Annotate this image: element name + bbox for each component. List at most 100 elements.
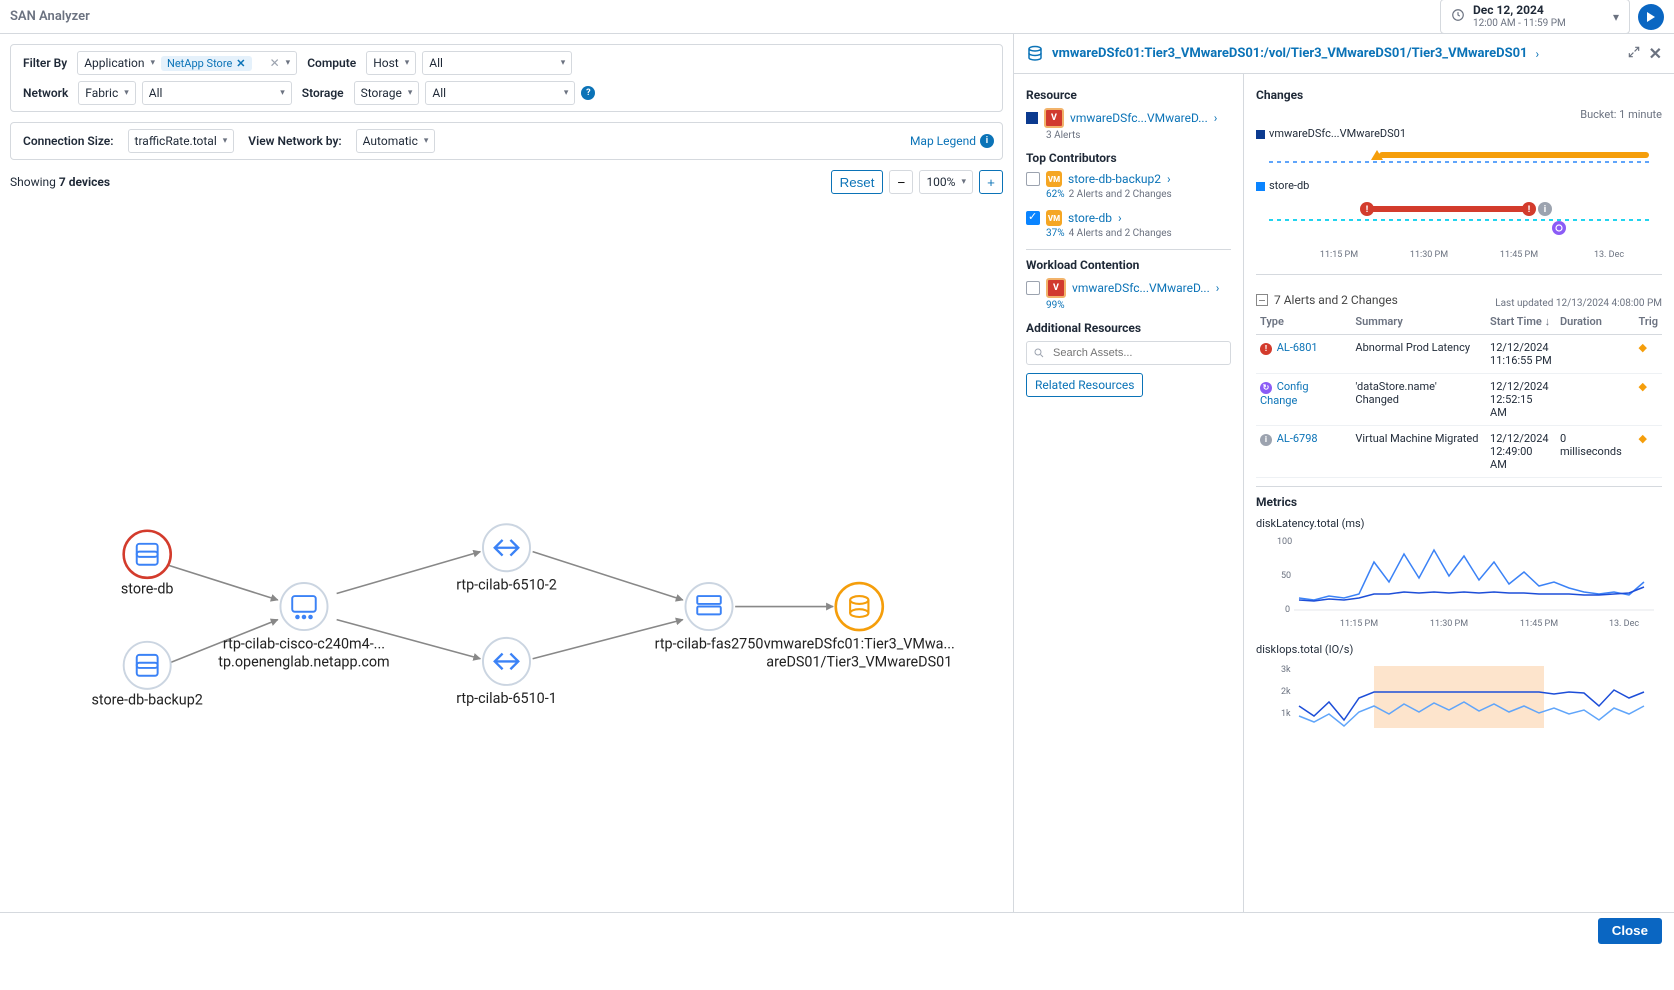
date-range-picker[interactable]: Dec 12, 2024 12:00 AM - 11:59 PM ▾ [1440, 0, 1630, 34]
view-options-bar: Connection Size: trafficRate.total▾ View… [10, 122, 1003, 160]
database-icon [1026, 45, 1044, 63]
footer-bar: Close [0, 912, 1674, 948]
metrics-heading: Metrics [1256, 495, 1662, 509]
svg-text:11:45 PM: 11:45 PM [1520, 619, 1558, 629]
col-duration[interactable]: Duration [1556, 309, 1635, 335]
trigger-icon: ◆ [1639, 341, 1647, 354]
svg-text:1k: 1k [1281, 709, 1291, 719]
clear-application-icon[interactable]: ✕ [270, 56, 280, 70]
timeline-lane-1[interactable] [1256, 142, 1662, 172]
volume-badge-icon: V [1046, 278, 1066, 298]
detail-sidebar: Resource V vmwareDSfc...VMwareD... › 3 A… [1014, 74, 1244, 912]
svg-text:100: 100 [1277, 537, 1292, 547]
related-resources-button[interactable]: Related Resources [1026, 373, 1143, 397]
contributor-row-1[interactable]: VM store-db-backup2 › [1026, 171, 1231, 187]
compute-value-select[interactable]: All▾ [422, 51, 572, 75]
svg-text:store-db: store-db [121, 580, 174, 597]
contention-row[interactable]: V vmwareDSfc...VMwareD... › [1026, 278, 1231, 298]
reset-button[interactable]: Reset [831, 170, 884, 194]
info-icon[interactable]: i [980, 134, 994, 148]
volume-badge-icon: V [1044, 108, 1064, 128]
view-network-by-select[interactable]: Automatic▾ [356, 129, 436, 153]
compute-type-select[interactable]: Host▾ [366, 51, 416, 75]
network-value-select[interactable]: All▾ [142, 81, 292, 105]
node-6510-2 [483, 524, 530, 571]
network-type-select[interactable]: Fabric▾ [78, 81, 136, 105]
help-icon[interactable]: ? [581, 86, 595, 100]
resource-row[interactable]: V vmwareDSfc...VMwareD... › [1026, 108, 1231, 128]
collapse-icon[interactable] [1256, 294, 1268, 306]
chevron-down-icon: ▾ [1613, 10, 1619, 24]
bucket-label: Bucket: 1 minute [1256, 108, 1662, 121]
node-volume [836, 583, 883, 630]
map-legend-link[interactable]: Map Legend [910, 134, 976, 148]
node-host [280, 583, 327, 630]
topology-canvas[interactable]: store-db store-db-backup2 rtp-cilab-cisc… [10, 200, 1003, 987]
last-updated: Last updated 12/13/2024 4:08:00 PM [1495, 298, 1662, 309]
filter-box: Filter By Application▾ NetApp Store ✕ ✕ … [10, 44, 1003, 112]
col-start[interactable]: Start Time ↓ [1486, 309, 1556, 335]
svg-text:tp.openenglab.netapp.com: tp.openenglab.netapp.com [218, 654, 389, 671]
lane1-label: vmwareDSfc...VMwareDS01 [1256, 127, 1662, 140]
svg-text:11:45 PM: 11:45 PM [1500, 250, 1538, 260]
detail-title[interactable]: vmwareDSfc01:Tier3_VMwareDS01:/vol/Tier3… [1052, 46, 1528, 61]
resource-alert-count: 3 Alerts [1046, 130, 1231, 141]
node-store-db [124, 531, 171, 578]
col-trig[interactable]: Trig [1635, 309, 1663, 335]
contention-checkbox[interactable] [1026, 281, 1040, 295]
storage-value-select[interactable]: All▾ [425, 81, 575, 105]
col-summary[interactable]: Summary [1351, 309, 1486, 335]
changes-heading: Changes [1256, 88, 1662, 102]
connection-size-label: Connection Size: [19, 134, 118, 148]
expand-icon[interactable] [1627, 45, 1641, 62]
filter-by-label: Filter By [19, 56, 71, 70]
col-type[interactable]: Type [1256, 309, 1351, 335]
trigger-icon: ◆ [1639, 432, 1647, 445]
svg-text:areDS01/Tier3_VMwareDS01: areDS01/Tier3_VMwareDS01 [766, 654, 952, 671]
close-icon[interactable]: ✕ [1649, 44, 1662, 63]
filter-application[interactable]: Application▾ NetApp Store ✕ ✕ ▾ [77, 51, 297, 75]
svg-text:13. Dec: 13. Dec [1609, 619, 1639, 629]
contributor-2-link[interactable]: store-db [1068, 211, 1112, 225]
topology-svg: store-db store-db-backup2 rtp-cilab-cisc… [10, 200, 1003, 987]
contributor-row-2[interactable]: VM store-db › [1026, 210, 1231, 226]
lane2-label: store-db [1256, 179, 1662, 192]
resource-link[interactable]: vmwareDSfc...VMwareD... [1070, 111, 1208, 125]
table-row[interactable]: i AL-6798 Virtual Machine Migrated 12/12… [1256, 426, 1662, 478]
metric-1-chart[interactable]: 100500 11:15 PM 11:30 PM 11:45 PM 13. De… [1256, 532, 1662, 632]
zoom-out-button[interactable]: − [889, 170, 913, 194]
table-row[interactable]: ↻ Config Change 'dataStore.name' Changed… [1256, 374, 1662, 426]
contributor-2-checkbox[interactable] [1026, 211, 1040, 225]
node-fas2750 [686, 583, 733, 630]
workload-contention-heading: Workload Contention [1026, 258, 1231, 272]
table-row[interactable]: ! AL-6801 Abnormal Prod Latency 12/12/20… [1256, 335, 1662, 374]
connection-size-select[interactable]: trafficRate.total▾ [128, 129, 235, 153]
timeline-lane-2[interactable]: ! ! i [1256, 194, 1662, 240]
chevron-right-icon: › [1118, 211, 1122, 225]
chip-remove-icon[interactable]: ✕ [236, 57, 245, 70]
date-range: 12:00 AM - 11:59 PM [1473, 18, 1566, 29]
svg-text:11:30 PM: 11:30 PM [1410, 250, 1448, 260]
additional-resources-heading: Additional Resources [1026, 321, 1231, 335]
compute-label: Compute [303, 56, 360, 70]
resource-swatch [1026, 112, 1038, 124]
metric-2-chart[interactable]: 3k2k1k [1256, 658, 1662, 738]
chevron-right-icon: › [1214, 111, 1218, 125]
play-button[interactable] [1638, 4, 1664, 30]
close-button[interactable]: Close [1598, 918, 1662, 944]
contributor-1-link[interactable]: store-db-backup2 [1068, 172, 1161, 186]
zoom-select[interactable]: 100%▾ [919, 170, 973, 194]
contention-link[interactable]: vmwareDSfc...VMwareD... [1072, 281, 1210, 295]
search-assets-input[interactable] [1026, 341, 1231, 365]
zoom-in-button[interactable]: + [979, 170, 1003, 194]
top-contributors-heading: Top Contributors [1026, 151, 1231, 165]
storage-type-select[interactable]: Storage▾ [354, 81, 420, 105]
view-network-by-label: View Network by: [244, 134, 345, 148]
svg-text:i: i [1544, 205, 1546, 215]
main-split: Filter By Application▾ NetApp Store ✕ ✕ … [0, 34, 1674, 912]
left-pane: Filter By Application▾ NetApp Store ✕ ✕ … [0, 34, 1014, 912]
chip-netapp-store[interactable]: NetApp Store ✕ [161, 56, 252, 71]
contributor-1-checkbox[interactable] [1026, 172, 1040, 186]
alerts-summary[interactable]: 7 Alerts and 2 Changes [1256, 293, 1398, 307]
top-bar: SAN Analyzer Dec 12, 2024 12:00 AM - 11:… [0, 0, 1674, 34]
